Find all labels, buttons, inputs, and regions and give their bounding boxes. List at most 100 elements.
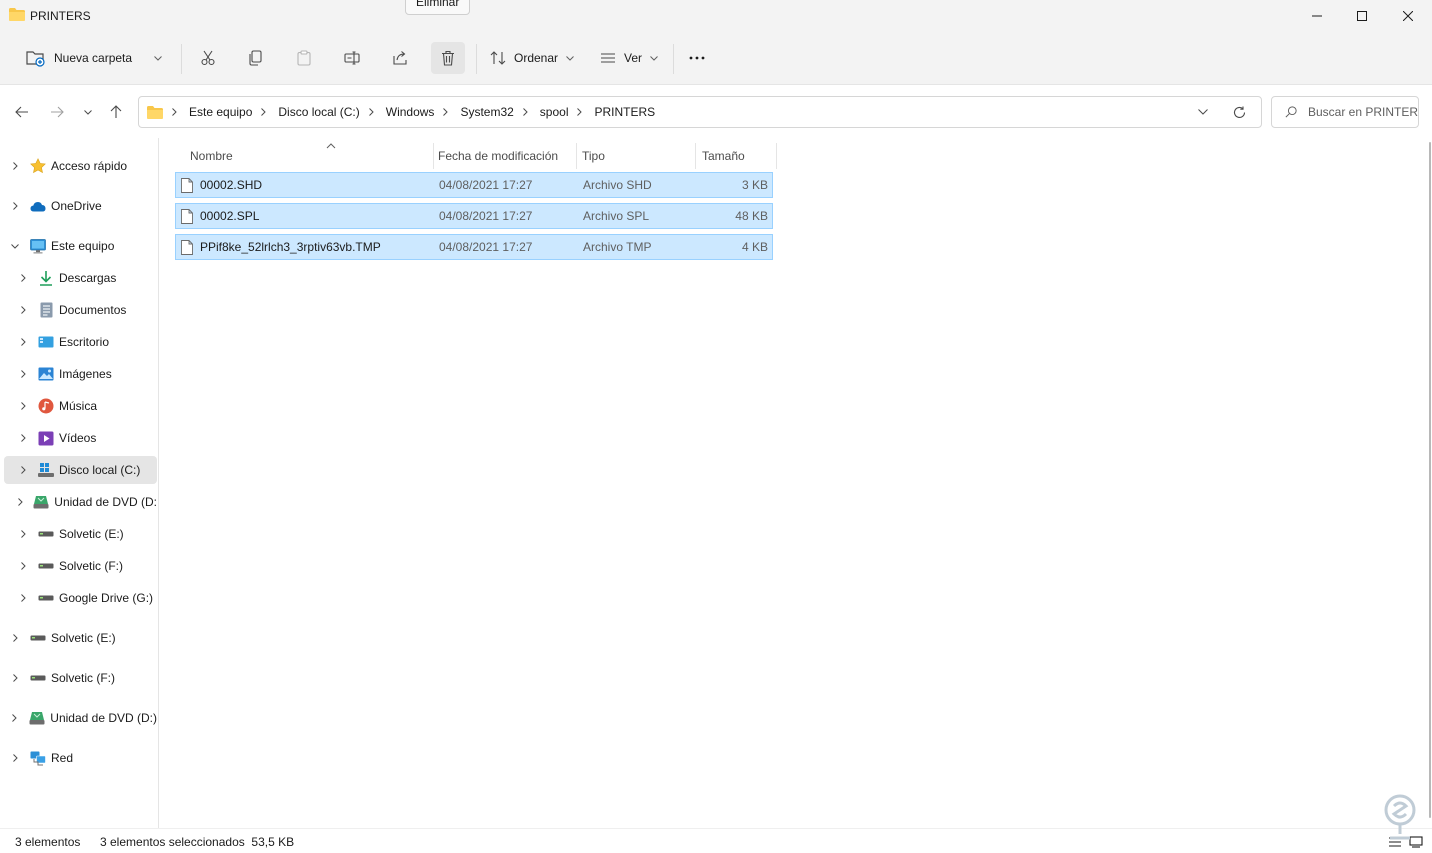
address-history-button[interactable] bbox=[1193, 102, 1213, 122]
chevron-right-icon[interactable] bbox=[9, 712, 20, 724]
sidebar-item-label: Unidad de DVD (D:) bbox=[50, 711, 157, 725]
sidebar-item-imagenes[interactable]: Imágenes bbox=[4, 360, 157, 388]
chevron-right-icon[interactable] bbox=[17, 464, 29, 476]
column-header-size[interactable]: Tamaño bbox=[696, 143, 777, 169]
sidebar-item-dvd-d-root[interactable]: Unidad de DVD (D:) bbox=[4, 704, 157, 732]
file-date: 04/08/2021 17:27 bbox=[439, 209, 533, 223]
back-button[interactable] bbox=[10, 100, 34, 124]
chevron-right-icon[interactable] bbox=[17, 400, 29, 412]
chevron-right-icon[interactable] bbox=[9, 752, 21, 764]
search-box[interactable] bbox=[1271, 96, 1419, 128]
clipboard-icon bbox=[297, 50, 311, 66]
chevron-right-icon[interactable] bbox=[9, 632, 21, 644]
chevron-right-icon bbox=[368, 108, 377, 116]
cut-button[interactable] bbox=[192, 42, 224, 74]
scissors-icon bbox=[201, 50, 215, 66]
maximize-button[interactable] bbox=[1339, 0, 1385, 32]
sidebar-item-dvd-d[interactable]: Unidad de DVD (D: bbox=[4, 488, 157, 516]
sidebar-item-label: Disco local (C:) bbox=[59, 463, 141, 477]
table-row[interactable]: 00002.SHD 04/08/2021 17:27 Archivo SHD 3… bbox=[175, 172, 773, 198]
view-button[interactable]: Ver bbox=[594, 42, 666, 74]
chevron-right-icon[interactable] bbox=[17, 336, 29, 348]
minimize-button[interactable] bbox=[1294, 0, 1340, 32]
paste-button[interactable] bbox=[288, 42, 320, 74]
sidebar-item-solvetic-e[interactable]: Solvetic (E:) bbox=[4, 520, 157, 548]
sidebar-item-escritorio[interactable]: Escritorio bbox=[4, 328, 157, 356]
sidebar-item-solvetic-f[interactable]: Solvetic (F:) bbox=[4, 552, 157, 580]
toolbar-separator bbox=[181, 44, 182, 74]
sidebar-item-google-drive-g[interactable]: Google Drive (G:) bbox=[4, 584, 157, 612]
share-button[interactable] bbox=[384, 42, 416, 74]
chevron-right-icon bbox=[172, 108, 180, 116]
sidebar-item-red[interactable]: Red bbox=[4, 744, 157, 772]
sidebar-item-musica[interactable]: Música bbox=[4, 392, 157, 420]
breadcrumb-printers[interactable]: PRINTERS bbox=[594, 105, 655, 119]
scrollbar-thumb[interactable] bbox=[1429, 142, 1431, 818]
forward-button[interactable] bbox=[45, 100, 69, 124]
chevron-right-icon[interactable] bbox=[17, 304, 29, 316]
search-input[interactable] bbox=[1308, 105, 1418, 119]
sidebar-item-disco-local-c[interactable]: Disco local (C:) bbox=[4, 456, 157, 484]
sidebar-item-label: Solvetic (F:) bbox=[59, 559, 124, 573]
sidebar-item-label: Acceso rápido bbox=[51, 159, 128, 173]
copy-button[interactable] bbox=[240, 42, 272, 74]
sidebar-item-label: Solvetic (F:) bbox=[51, 671, 116, 685]
chevron-right-icon[interactable] bbox=[17, 272, 29, 284]
file-name-cell: 00002.SPL bbox=[181, 204, 259, 228]
column-header-name[interactable]: Nombre bbox=[184, 143, 434, 169]
chevron-right-icon[interactable] bbox=[17, 432, 29, 444]
address-bar[interactable]: Este equipo Disco local (C:) Windows Sys… bbox=[138, 96, 1262, 128]
sidebar-item-videos[interactable]: Vídeos bbox=[4, 424, 157, 452]
new-folder-button[interactable]: Nueva carpeta bbox=[20, 42, 170, 74]
sidebar-item-onedrive[interactable]: OneDrive bbox=[4, 192, 157, 220]
column-header-type[interactable]: Tipo bbox=[576, 143, 696, 169]
recent-locations-button[interactable] bbox=[76, 100, 100, 124]
refresh-button[interactable] bbox=[1229, 102, 1249, 122]
download-icon bbox=[38, 270, 54, 286]
chevron-right-icon[interactable] bbox=[17, 368, 29, 380]
chevron-right-icon[interactable] bbox=[17, 560, 29, 572]
table-row[interactable]: 00002.SPL 04/08/2021 17:27 Archivo SPL 4… bbox=[175, 203, 773, 229]
status-bar: 3 elementos 3 elementos seleccionados 53… bbox=[0, 828, 1432, 853]
sort-button[interactable]: Ordenar bbox=[484, 42, 580, 74]
new-folder-icon bbox=[26, 51, 45, 67]
drive-icon bbox=[38, 590, 54, 606]
sidebar-item-solvetic-e-root[interactable]: Solvetic (E:) bbox=[4, 624, 157, 652]
more-options-button[interactable] bbox=[681, 42, 713, 74]
close-button[interactable] bbox=[1385, 0, 1431, 32]
column-header-label: Tipo bbox=[582, 149, 605, 163]
share-icon bbox=[393, 51, 407, 65]
chevron-right-icon[interactable] bbox=[9, 200, 21, 212]
vertical-scrollbar[interactable] bbox=[1428, 138, 1432, 828]
chevron-down-icon[interactable] bbox=[9, 240, 21, 252]
sidebar-item-solvetic-f-root[interactable]: Solvetic (F:) bbox=[4, 664, 157, 692]
chevron-right-icon[interactable] bbox=[9, 672, 21, 684]
sidebar-item-este-equipo[interactable]: Este equipo bbox=[4, 232, 157, 260]
network-icon bbox=[30, 750, 46, 766]
chevron-right-icon[interactable] bbox=[17, 496, 24, 508]
up-button[interactable] bbox=[104, 100, 128, 124]
breadcrumb-disco-local[interactable]: Disco local (C:) bbox=[278, 105, 359, 119]
sidebar-item-documentos[interactable]: Documentos bbox=[4, 296, 157, 324]
dvd-drive-icon bbox=[29, 710, 45, 726]
sidebar-item-acceso-rapido[interactable]: Acceso rápido bbox=[4, 152, 157, 180]
chevron-right-icon[interactable] bbox=[9, 160, 21, 172]
sidebar-item-label: Vídeos bbox=[59, 431, 97, 445]
breadcrumb-system32[interactable]: System32 bbox=[460, 105, 513, 119]
breadcrumb-este-equipo[interactable]: Este equipo bbox=[189, 105, 252, 119]
file-name: 00002.SPL bbox=[200, 209, 260, 223]
arrow-left-icon bbox=[15, 106, 28, 118]
window-title: PRINTERS bbox=[30, 9, 91, 23]
column-header-date[interactable]: Fecha de modificación bbox=[432, 143, 577, 169]
chevron-right-icon[interactable] bbox=[17, 592, 29, 604]
close-icon bbox=[1403, 11, 1413, 21]
delete-button[interactable] bbox=[431, 42, 465, 74]
chevron-right-icon[interactable] bbox=[17, 528, 29, 540]
file-icon bbox=[181, 208, 193, 224]
sidebar-item-descargas[interactable]: Descargas bbox=[4, 264, 157, 292]
title-bar: PRINTERS bbox=[0, 0, 1432, 32]
table-row[interactable]: PPif8ke_52lrlch3_3rptiv63vb.TMP 04/08/20… bbox=[175, 234, 773, 260]
breadcrumb-windows[interactable]: Windows bbox=[386, 105, 435, 119]
breadcrumb-spool[interactable]: spool bbox=[540, 105, 569, 119]
rename-button[interactable] bbox=[336, 42, 368, 74]
